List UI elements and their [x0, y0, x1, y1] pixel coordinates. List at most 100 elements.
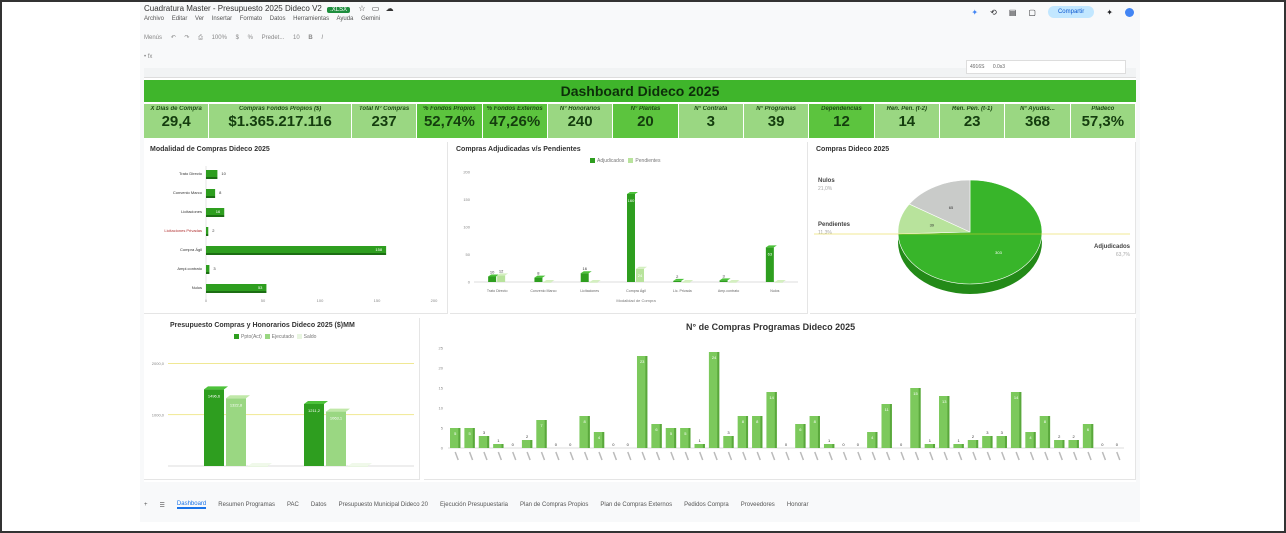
gemini-icon[interactable]: ✦: [971, 8, 978, 17]
redo-icon[interactable]: ↷: [184, 35, 189, 41]
x-tick-label-blur: [713, 451, 718, 461]
data-label: 0: [612, 442, 615, 447]
category-label: Convenio Marco: [173, 190, 203, 195]
y-tick-label: 1000,0: [152, 412, 165, 417]
add-sheet-icon[interactable]: +: [144, 502, 148, 508]
screenshot-frame: Cuadratura Master - Presupuesto 2025 Did…: [0, 0, 1286, 533]
y-tick-label: 20: [439, 366, 444, 371]
bar-side: [947, 396, 950, 448]
document-title[interactable]: Cuadratura Master - Presupuesto 2025 Did…: [144, 4, 322, 13]
x-tick-label-blur: [842, 451, 848, 461]
sparkle-icon[interactable]: ✦: [1106, 8, 1113, 17]
formula-bar[interactable]: • fx: [144, 54, 152, 60]
cloud-icon[interactable]: ☁: [386, 4, 394, 13]
kpi-value: 47,26%: [489, 113, 541, 130]
tab-pac[interactable]: PAC: [287, 502, 299, 508]
sheet-area[interactable]: 4916S 0.0s3 Dashboard Dideco 2025 X̄ Día…: [144, 60, 1137, 482]
bar-side: [717, 352, 720, 448]
bar-side: [889, 404, 892, 448]
bar-top: [636, 266, 647, 269]
kpi-value: 368: [1024, 113, 1051, 130]
bar: [206, 246, 387, 253]
title-bar: Cuadratura Master - Presupuesto 2025 Did…: [144, 4, 394, 16]
meet-icon[interactable]: ▢: [1028, 8, 1036, 17]
font-size-input[interactable]: 10: [293, 35, 300, 41]
slice-value: 65: [949, 205, 954, 210]
data-label: 13: [942, 399, 947, 404]
currency-button[interactable]: $: [236, 35, 239, 41]
chart-adjudicadas-panel[interactable]: Compras Adjudicadas v/s Pendientes Adjud…: [450, 142, 808, 314]
x-tick-label-blur: [857, 451, 862, 461]
x-tick-label-blur: [885, 451, 891, 461]
tab-proveedores[interactable]: Proveedores: [741, 502, 775, 508]
menu-herramientas[interactable]: Herramientas: [293, 16, 329, 22]
toolbar-menus[interactable]: Menús: [144, 35, 162, 41]
x-tick-label-blur: [727, 451, 733, 461]
x-tick-label-blur: [512, 451, 517, 461]
menu-insertar[interactable]: Insertar: [212, 16, 232, 22]
kpi-fondos-propios: % Fondos Propios 52,74%: [417, 104, 483, 138]
share-button[interactable]: Compartir: [1047, 6, 1095, 18]
legend-label: Adjudicados: [597, 158, 625, 164]
data-label: 2: [1073, 434, 1076, 439]
bar: [534, 277, 543, 282]
menu-datos[interactable]: Datos: [270, 16, 286, 22]
data-label: 24: [638, 273, 643, 278]
chart-presupuesto-panel[interactable]: Presupuesto Compras y Honorarios Dideco …: [144, 318, 420, 480]
history-icon[interactable]: ⟲: [990, 8, 997, 17]
tab-pedidos-compra[interactable]: Pedidos Compra: [684, 502, 729, 508]
y-tick-label: 100: [463, 225, 470, 230]
kpi-label: Ren. Pen. (t-2): [886, 106, 927, 112]
percent-button[interactable]: %: [248, 35, 253, 41]
menu-editar[interactable]: Editar: [172, 16, 188, 22]
menu-archivo[interactable]: Archivo: [144, 16, 164, 22]
chart-title: Modalidad de Compras Dideco 2025: [150, 146, 270, 153]
menu-formato[interactable]: Formato: [240, 16, 262, 22]
tab-datos[interactable]: Datos: [311, 502, 327, 508]
tab-plan-compras-externos[interactable]: Plan de Compras Externos: [600, 502, 672, 508]
menu-ayuda[interactable]: Ayuda: [336, 16, 353, 22]
bar-top: [226, 395, 250, 399]
bar-side: [1076, 440, 1079, 448]
y-tick-label: 150: [463, 197, 470, 202]
kpi-label: % Fondos Externos: [486, 106, 543, 112]
chart-compras-pie-panel[interactable]: Compras Dideco 2025 303 39 65 Adjudicados 63…: [810, 142, 1136, 314]
bar-top: [728, 280, 740, 282]
x-tick-label-blur: [497, 451, 503, 461]
comment-icon[interactable]: ▤: [1009, 8, 1017, 17]
header-actions: ✦ ⟲ ▤ ▢ Compartir ✦: [971, 6, 1134, 18]
italic-button[interactable]: I: [321, 35, 323, 41]
print-icon[interactable]: ⎙: [198, 35, 203, 41]
tab-dashboard[interactable]: Dashboard: [176, 501, 207, 509]
tab-ejecucion-presupuestaria[interactable]: Ejecución Presupuestaria: [440, 502, 508, 508]
x-tick-label-blur: [900, 451, 905, 461]
chart-modalidad-panel[interactable]: Modalidad de Compras Dideco 2025 0 50 100 1…: [144, 142, 448, 314]
avatar[interactable]: [1125, 7, 1134, 17]
tab-honorarios[interactable]: Honorar: [787, 502, 809, 508]
bar-side: [602, 432, 605, 448]
legend-swatch: [296, 334, 302, 340]
font-select[interactable]: Predet...: [262, 35, 285, 41]
tab-plan-compras-propios[interactable]: Plan de Compras Propios: [520, 502, 588, 508]
all-sheets-icon[interactable]: ☰: [160, 502, 165, 509]
data-label: 3: [213, 266, 216, 271]
x-tick-label-blur: [799, 451, 805, 461]
menu-ver[interactable]: Ver: [195, 16, 204, 22]
chart-programas-panel[interactable]: N° de Compras Programas Dideco 2025 0 5 10…: [424, 318, 1136, 480]
kpi-fondos-externos: % Fondos Externos 47,26%: [482, 104, 548, 138]
x-tick-label-blur: [756, 451, 761, 461]
x-tick-label-blur: [526, 451, 531, 461]
zoom-select[interactable]: 100%: [212, 35, 227, 41]
data-label: 0: [785, 442, 788, 447]
x-tick-label: 50: [261, 298, 266, 303]
tab-resumen-programas[interactable]: Resumen Programas: [218, 502, 275, 508]
bar-side: [976, 440, 979, 448]
bold-button[interactable]: B: [308, 35, 312, 41]
menu-gemini[interactable]: Gemini: [361, 16, 380, 22]
undo-icon[interactable]: ↶: [171, 35, 176, 41]
folder-icon[interactable]: ▭: [372, 4, 380, 13]
bar: [673, 280, 682, 282]
tab-presupuesto-municipal[interactable]: Presupuesto Municipal Dideco 20: [339, 502, 428, 508]
kpi-label: Total N° Compras: [358, 106, 410, 112]
star-icon[interactable]: ☆: [358, 4, 365, 13]
